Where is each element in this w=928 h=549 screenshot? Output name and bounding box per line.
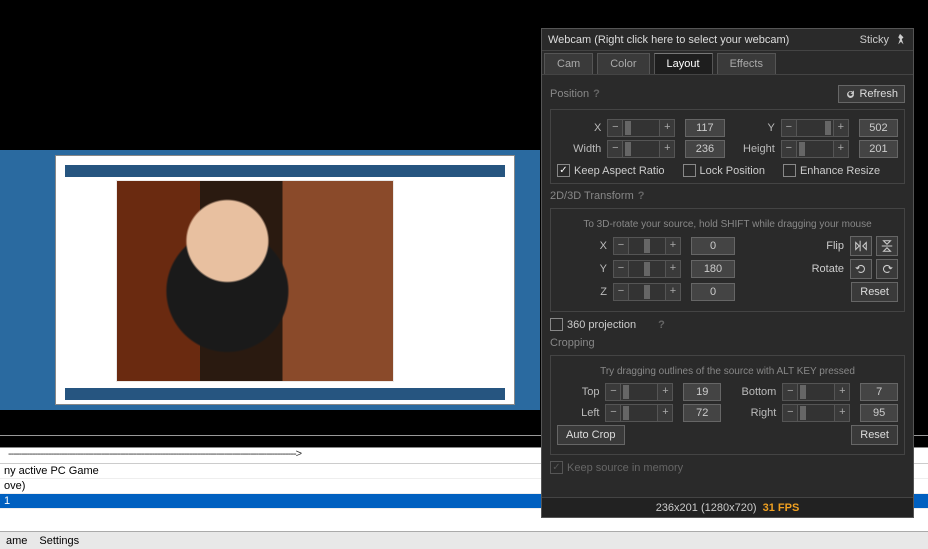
- status-bar: 236x201 (1280x720) 31 FPS: [542, 497, 913, 517]
- height-value[interactable]: 201: [859, 140, 898, 158]
- status-size: 236x201 (1280x720): [656, 502, 757, 514]
- cropping-hint: Try dragging outlines of the source with…: [557, 366, 898, 377]
- y-value[interactable]: 502: [859, 119, 898, 137]
- overlay-banner-top: [65, 165, 505, 177]
- section-transform-title: 2D/3D Transform: [550, 190, 634, 202]
- width-stepper[interactable]: −+: [607, 140, 675, 158]
- rot-y-stepper[interactable]: −+: [613, 260, 681, 278]
- sticky-toggle[interactable]: Sticky: [860, 33, 907, 47]
- crop-bottom-value[interactable]: 7: [860, 383, 898, 401]
- help-icon[interactable]: ?: [658, 319, 665, 331]
- label-crop-top: Top: [557, 386, 599, 398]
- bottom-tabs: ame Settings: [0, 531, 928, 549]
- crop-reset-button[interactable]: Reset: [851, 425, 898, 445]
- rot-x-stepper[interactable]: −+: [613, 237, 681, 255]
- label-width: Width: [557, 143, 601, 155]
- property-panel: Webcam (Right click here to select your …: [541, 28, 914, 518]
- label-rot-z: Z: [557, 286, 607, 298]
- rot-y-value[interactable]: 180: [691, 260, 735, 278]
- keep-aspect-checkbox[interactable]: ✓Keep Aspect Ratio: [557, 164, 665, 177]
- help-icon[interactable]: ?: [638, 190, 645, 202]
- overlay-banner-bottom: [65, 388, 505, 400]
- crop-top-value[interactable]: 19: [683, 383, 721, 401]
- transform-hint: To 3D-rotate your source, hold SHIFT whi…: [557, 219, 898, 230]
- label-rotate: Rotate: [812, 263, 844, 275]
- crop-right-value[interactable]: 95: [860, 404, 898, 422]
- keep-in-memory-checkbox[interactable]: ✓ Keep source in memory: [550, 461, 905, 474]
- rotate-ccw-button[interactable]: [850, 259, 872, 279]
- refresh-icon: [845, 89, 856, 100]
- cropping-fieldset: Try dragging outlines of the source with…: [550, 355, 905, 455]
- rot-x-value[interactable]: 0: [691, 237, 735, 255]
- tab-layout[interactable]: Layout: [654, 53, 713, 74]
- transform-reset-button[interactable]: Reset: [851, 282, 898, 302]
- bottom-tab[interactable]: Settings: [39, 535, 79, 547]
- label-crop-left: Left: [557, 407, 599, 419]
- flip-horizontal-button[interactable]: [850, 236, 872, 256]
- panel-tabs: Cam Color Layout Effects: [542, 51, 913, 75]
- label-rot-y: Y: [557, 263, 607, 275]
- auto-crop-button[interactable]: Auto Crop: [557, 425, 625, 445]
- help-icon[interactable]: ?: [593, 88, 600, 100]
- label-height: Height: [731, 143, 775, 155]
- label-rot-x: X: [557, 240, 607, 252]
- section-position-title: Position: [550, 88, 589, 100]
- tab-effects[interactable]: Effects: [717, 53, 776, 74]
- pin-icon: [893, 33, 907, 47]
- crop-left-stepper[interactable]: −+: [605, 404, 673, 422]
- lock-position-checkbox[interactable]: Lock Position: [683, 164, 765, 177]
- rot-z-value[interactable]: 0: [691, 283, 735, 301]
- crop-left-value[interactable]: 72: [683, 404, 721, 422]
- transform-fieldset: To 3D-rotate your source, hold SHIFT whi…: [550, 208, 905, 312]
- width-value[interactable]: 236: [685, 140, 724, 158]
- enhance-resize-checkbox[interactable]: Enhance Resize: [783, 164, 880, 177]
- scene-preview[interactable]: Right Click in here to change text: [0, 150, 540, 410]
- section-cropping-title: Cropping: [550, 337, 595, 349]
- crop-bottom-stepper[interactable]: −+: [782, 383, 850, 401]
- y-stepper[interactable]: −+: [781, 119, 849, 137]
- crop-right-stepper[interactable]: −+: [782, 404, 850, 422]
- webcam-feed-image: [117, 181, 393, 381]
- rotate-cw-button[interactable]: [876, 259, 898, 279]
- panel-title: Webcam (Right click here to select your …: [548, 34, 860, 46]
- status-fps: 31 FPS: [763, 502, 800, 514]
- x-stepper[interactable]: −+: [607, 119, 675, 137]
- webcam-source-box[interactable]: [116, 180, 394, 382]
- label-flip: Flip: [826, 240, 844, 252]
- x-value[interactable]: 117: [685, 119, 724, 137]
- crop-top-stepper[interactable]: −+: [605, 383, 673, 401]
- tab-color[interactable]: Color: [597, 53, 649, 74]
- panel-header[interactable]: Webcam (Right click here to select your …: [542, 29, 913, 51]
- label-crop-right: Right: [727, 407, 776, 419]
- 360-projection-checkbox[interactable]: 360 projection: [550, 318, 636, 331]
- label-crop-bottom: Bottom: [727, 386, 776, 398]
- flip-vertical-button[interactable]: [876, 236, 898, 256]
- height-stepper[interactable]: −+: [781, 140, 849, 158]
- label-x: X: [557, 122, 601, 134]
- rot-z-stepper[interactable]: −+: [613, 283, 681, 301]
- bottom-tab[interactable]: ame: [6, 535, 27, 547]
- refresh-button[interactable]: Refresh: [838, 85, 905, 103]
- position-fieldset: X −+ 117 Y −+ 502 Width −+ 236 Height −+…: [550, 109, 905, 184]
- tab-cam[interactable]: Cam: [544, 53, 593, 74]
- label-y: Y: [731, 122, 775, 134]
